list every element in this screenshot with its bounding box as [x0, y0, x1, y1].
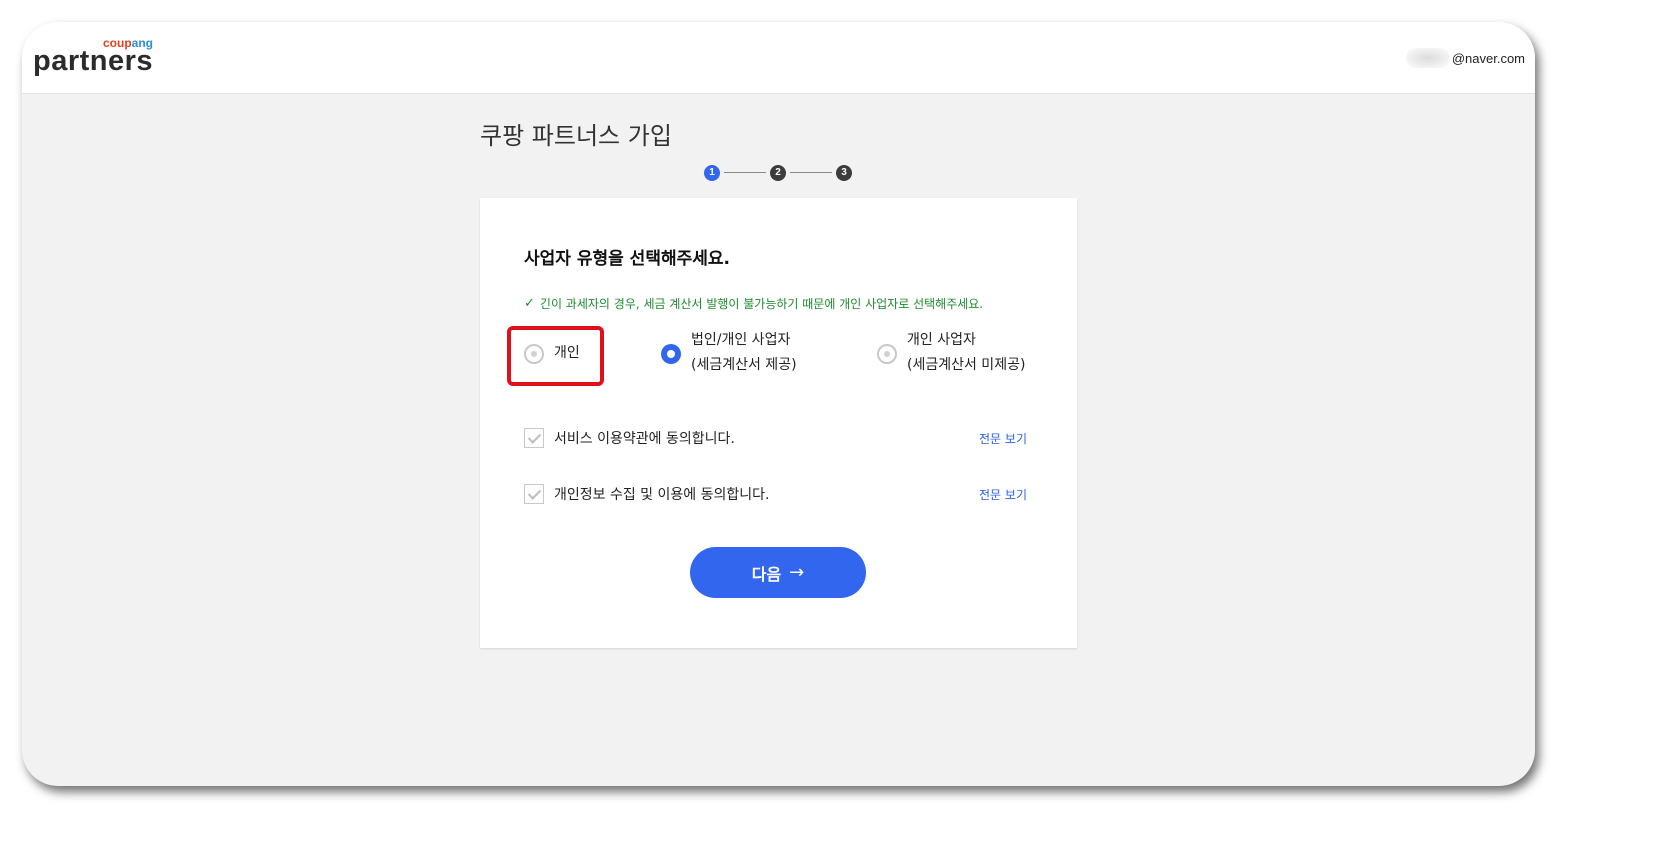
browser-window: coupang partners @naver.com 쿠팡 파트너스 가입 1… — [22, 22, 1535, 786]
terms-agreement-label: 서비스 이용약관에 동의합니다. — [554, 431, 735, 447]
step-connector — [724, 172, 766, 173]
radio-label-line2: (세금계산서 미제공) — [907, 357, 1026, 373]
terms-checkbox[interactable] — [524, 428, 544, 448]
radio-label-line1: 법인/개인 사업자 — [691, 332, 791, 348]
tax-notice: ✓ 긴이 과세자의 경우, 세금 계산서 발행이 불가능하기 때문에 개인 사업… — [524, 295, 983, 312]
privacy-agreement-label: 개인정보 수집 및 이용에 동의합니다. — [554, 487, 770, 503]
logo-partners-text: partners — [33, 45, 154, 77]
blurred-username — [1405, 48, 1450, 68]
radio-label-line2: (세금계산서 제공) — [691, 357, 797, 373]
next-button[interactable]: 다음 → — [690, 547, 866, 598]
privacy-checkbox[interactable] — [524, 484, 544, 504]
tax-notice-text: 긴이 과세자의 경우, 세금 계산서 발행이 불가능하기 때문에 개인 사업자로… — [539, 297, 984, 311]
step-3: 3 — [836, 165, 852, 181]
highlight-box — [507, 326, 604, 386]
terms-agreement-row: 서비스 이용약관에 동의합니다. 전문 보기 — [524, 427, 1027, 449]
top-bar: coupang partners @naver.com — [22, 22, 1535, 94]
signup-card: 사업자 유형을 선택해주세요. ✓ 긴이 과세자의 경우, 세금 계산서 발행이… — [480, 198, 1077, 648]
page-title: 쿠팡 파트너스 가입 — [480, 122, 672, 150]
user-account[interactable]: @naver.com — [1405, 48, 1525, 68]
business-type-heading: 사업자 유형을 선택해주세요. — [524, 249, 730, 269]
step-connector — [790, 172, 832, 173]
user-email: @naver.com — [1451, 50, 1525, 66]
arrow-right-icon: → — [789, 562, 805, 583]
terms-view-link[interactable]: 전문 보기 — [979, 430, 1027, 447]
step-1: 1 — [704, 165, 720, 181]
progress-stepper: 1 2 3 — [704, 165, 854, 181]
privacy-agreement-row: 개인정보 수집 및 이용에 동의합니다. 전문 보기 — [524, 483, 1027, 505]
privacy-view-link[interactable]: 전문 보기 — [979, 486, 1027, 503]
coupang-partners-logo[interactable]: coupang partners — [33, 34, 163, 84]
radio-option-corporate-business[interactable]: 법인/개인 사업자 (세금계산서 제공) — [661, 332, 797, 378]
radio-label-sole-proprietor: 개인 사업자 (세금계산서 미제공) — [907, 328, 1025, 378]
radio-label-corporate-business: 법인/개인 사업자 (세금계산서 제공) — [691, 328, 797, 378]
check-icon: ✓ — [524, 296, 535, 311]
radio-label-line1: 개인 사업자 — [907, 332, 976, 348]
radio-button-sole-proprietor[interactable] — [877, 344, 897, 364]
radio-option-sole-proprietor[interactable]: 개인 사업자 (세금계산서 미제공) — [877, 332, 1025, 378]
step-2: 2 — [770, 165, 786, 181]
next-button-label: 다음 — [751, 564, 782, 584]
radio-button-corporate-business[interactable] — [661, 344, 681, 364]
